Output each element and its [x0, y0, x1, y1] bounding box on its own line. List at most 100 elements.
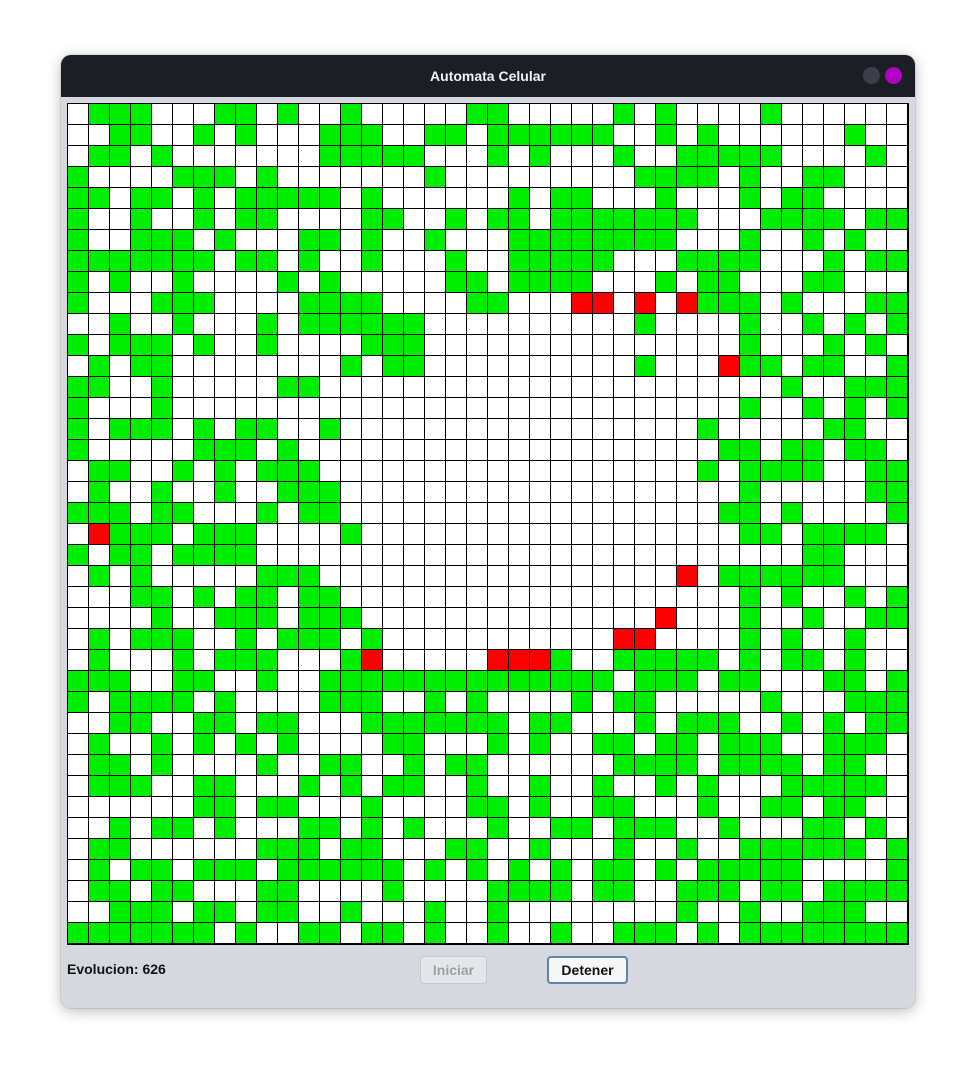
grid-cell[interactable] — [299, 314, 319, 334]
grid-cell[interactable] — [551, 377, 571, 397]
grid-cell[interactable] — [761, 755, 781, 775]
grid-cell[interactable] — [446, 209, 466, 229]
grid-cell[interactable] — [866, 419, 886, 439]
grid-cell[interactable] — [110, 797, 130, 817]
grid-cell[interactable] — [236, 734, 256, 754]
grid-cell[interactable] — [446, 713, 466, 733]
grid-cell[interactable] — [698, 377, 718, 397]
grid-cell[interactable] — [866, 314, 886, 334]
grid-cell[interactable] — [614, 251, 634, 271]
grid-cell[interactable] — [341, 923, 361, 943]
grid-cell[interactable] — [530, 272, 550, 292]
grid-cell[interactable] — [131, 251, 151, 271]
grid-cell[interactable] — [509, 482, 529, 502]
grid-cell[interactable] — [173, 482, 193, 502]
grid-cell[interactable] — [593, 902, 613, 922]
grid-cell[interactable] — [194, 146, 214, 166]
grid-cell[interactable] — [173, 776, 193, 796]
grid-cell[interactable] — [278, 125, 298, 145]
grid-cell[interactable] — [572, 650, 592, 670]
grid-cell[interactable] — [677, 125, 697, 145]
grid-cell[interactable] — [89, 293, 109, 313]
grid-cell[interactable] — [509, 734, 529, 754]
grid-cell[interactable] — [215, 104, 235, 124]
grid-cell[interactable] — [572, 398, 592, 418]
grid-cell[interactable] — [782, 104, 802, 124]
grid-cell[interactable] — [803, 440, 823, 460]
grid-cell[interactable] — [278, 335, 298, 355]
grid-cell[interactable] — [236, 671, 256, 691]
grid-cell[interactable] — [404, 335, 424, 355]
grid-cell[interactable] — [656, 104, 676, 124]
grid-cell[interactable] — [551, 461, 571, 481]
grid-cell[interactable] — [488, 860, 508, 880]
grid-cell[interactable] — [866, 545, 886, 565]
grid-cell[interactable] — [89, 503, 109, 523]
grid-cell[interactable] — [719, 755, 739, 775]
grid-cell[interactable] — [572, 272, 592, 292]
grid-cell[interactable] — [236, 230, 256, 250]
grid-cell[interactable] — [614, 545, 634, 565]
grid-cell[interactable] — [236, 398, 256, 418]
grid-cell[interactable] — [866, 377, 886, 397]
grid-cell[interactable] — [740, 608, 760, 628]
grid-cell[interactable] — [110, 188, 130, 208]
grid-cell[interactable] — [383, 671, 403, 691]
grid-cell[interactable] — [635, 671, 655, 691]
grid-cell[interactable] — [425, 566, 445, 586]
grid-cell[interactable] — [362, 230, 382, 250]
grid-cell[interactable] — [698, 734, 718, 754]
grid-cell[interactable] — [677, 881, 697, 901]
grid-cell[interactable] — [866, 104, 886, 124]
grid-cell[interactable] — [68, 146, 88, 166]
grid-cell[interactable] — [404, 461, 424, 481]
grid-cell[interactable] — [698, 650, 718, 670]
grid-cell[interactable] — [866, 356, 886, 376]
grid-cell[interactable] — [530, 566, 550, 586]
grid-cell[interactable] — [488, 629, 508, 649]
grid-cell[interactable] — [845, 209, 865, 229]
grid-cell[interactable] — [866, 755, 886, 775]
grid-cell[interactable] — [299, 146, 319, 166]
grid-cell[interactable] — [803, 797, 823, 817]
grid-cell[interactable] — [761, 209, 781, 229]
grid-cell[interactable] — [68, 335, 88, 355]
grid-cell[interactable] — [404, 566, 424, 586]
grid-cell[interactable] — [278, 839, 298, 859]
grid-cell[interactable] — [215, 377, 235, 397]
grid-cell[interactable] — [761, 881, 781, 901]
grid-cell[interactable] — [320, 503, 340, 523]
grid-cell[interactable] — [89, 167, 109, 187]
grid-cell[interactable] — [173, 335, 193, 355]
grid-cell[interactable] — [824, 356, 844, 376]
grid-cell[interactable] — [446, 608, 466, 628]
grid-cell[interactable] — [782, 881, 802, 901]
grid-cell[interactable] — [320, 461, 340, 481]
grid-cell[interactable] — [803, 650, 823, 670]
grid-cell[interactable] — [299, 293, 319, 313]
grid-cell[interactable] — [740, 692, 760, 712]
grid-cell[interactable] — [593, 272, 613, 292]
grid-cell[interactable] — [467, 335, 487, 355]
grid-cell[interactable] — [446, 818, 466, 838]
grid-cell[interactable] — [761, 797, 781, 817]
grid-cell[interactable] — [572, 776, 592, 796]
grid-cell[interactable] — [509, 818, 529, 838]
grid-cell[interactable] — [719, 293, 739, 313]
grid-cell[interactable] — [572, 188, 592, 208]
grid-cell[interactable] — [509, 797, 529, 817]
grid-cell[interactable] — [845, 251, 865, 271]
grid-cell[interactable] — [341, 566, 361, 586]
grid-cell[interactable] — [278, 797, 298, 817]
grid-cell[interactable] — [257, 629, 277, 649]
grid-cell[interactable] — [803, 482, 823, 502]
grid-cell[interactable] — [278, 230, 298, 250]
grid-cell[interactable] — [719, 524, 739, 544]
grid-cell[interactable] — [152, 608, 172, 628]
grid-cell[interactable] — [740, 272, 760, 292]
grid-cell[interactable] — [152, 272, 172, 292]
grid-cell[interactable] — [236, 923, 256, 943]
grid-cell[interactable] — [194, 461, 214, 481]
grid-cell[interactable] — [677, 671, 697, 691]
grid-cell[interactable] — [782, 503, 802, 523]
